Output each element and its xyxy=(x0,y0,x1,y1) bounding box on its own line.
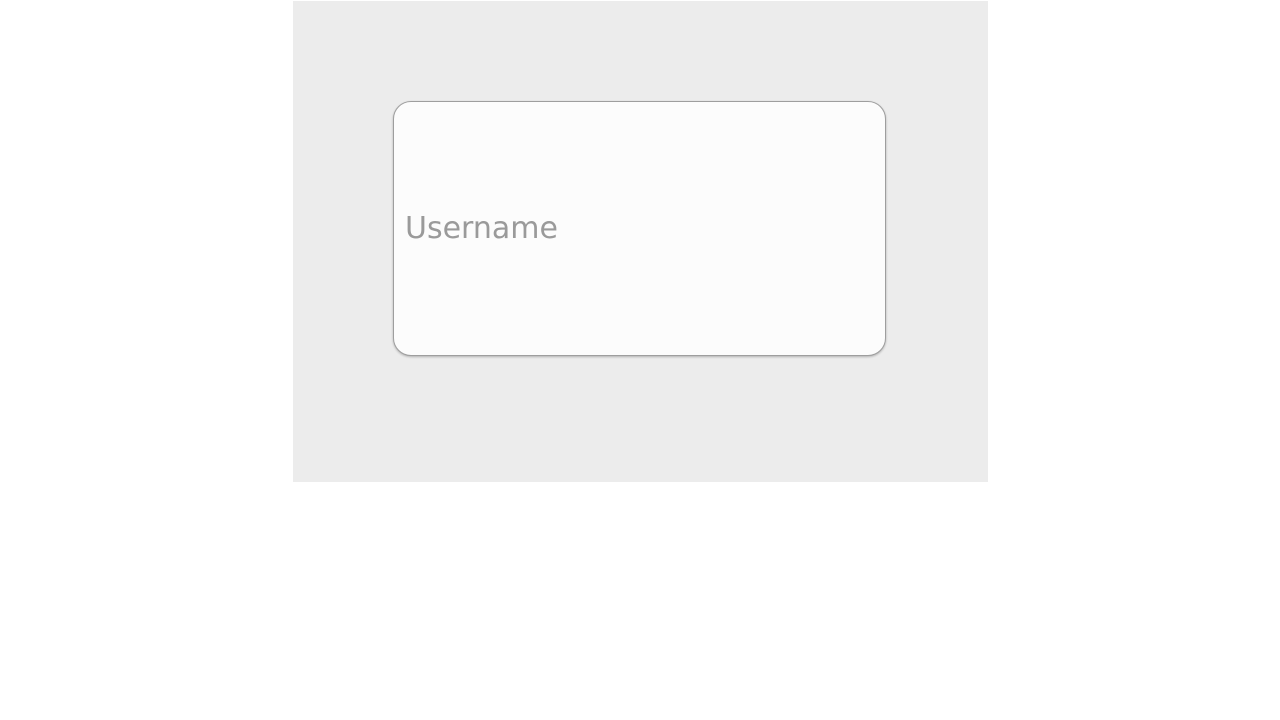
username-input[interactable] xyxy=(393,101,886,356)
page xyxy=(0,0,1280,720)
login-panel xyxy=(293,1,988,482)
